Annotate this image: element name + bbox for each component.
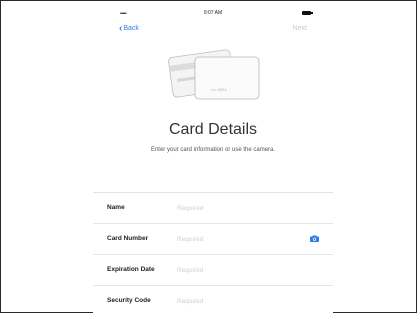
name-row: Name xyxy=(93,193,333,224)
security-code-field[interactable] xyxy=(177,294,277,308)
card-number-text: •••• 9024 xyxy=(211,87,227,92)
phone-screen: ••••• 9:07 AM ‹ Back Next •••• 9024 Card xyxy=(93,7,333,313)
card-details-form: Name Card Number Expiration Date Securit… xyxy=(93,192,333,313)
security-code-row: Security Code xyxy=(93,286,333,313)
expiration-date-field[interactable] xyxy=(177,263,277,277)
camera-icon[interactable] xyxy=(310,235,319,242)
security-code-label: Security Code xyxy=(107,297,151,304)
credit-cards-illustration: •••• 9024 xyxy=(168,49,260,100)
battery-icon xyxy=(302,11,311,15)
status-time: 9:07 AM xyxy=(203,10,223,16)
next-button[interactable]: Next xyxy=(293,25,307,32)
name-field[interactable] xyxy=(177,201,277,215)
front-card: •••• 9024 xyxy=(194,56,260,100)
card-number-label: Card Number xyxy=(107,235,149,242)
page-subtitle: Enter your card information or use the c… xyxy=(150,147,276,153)
name-label: Name xyxy=(107,204,125,211)
back-label: Back xyxy=(123,25,139,32)
status-bar: ••••• 9:07 AM xyxy=(93,7,333,19)
back-button[interactable]: ‹ Back xyxy=(119,23,139,34)
card-number-field[interactable] xyxy=(177,232,277,246)
card-number-row: Card Number xyxy=(93,224,333,255)
page-title: Card Details xyxy=(168,121,258,138)
battery-tip xyxy=(311,12,313,14)
expiration-date-row: Expiration Date xyxy=(93,255,333,286)
chevron-left-icon: ‹ xyxy=(119,23,123,34)
expiration-date-label: Expiration Date xyxy=(107,266,155,273)
navigation-bar: ‹ Back Next xyxy=(93,21,333,37)
screenshot-frame: ••••• 9:07 AM ‹ Back Next •••• 9024 Card xyxy=(0,0,417,313)
